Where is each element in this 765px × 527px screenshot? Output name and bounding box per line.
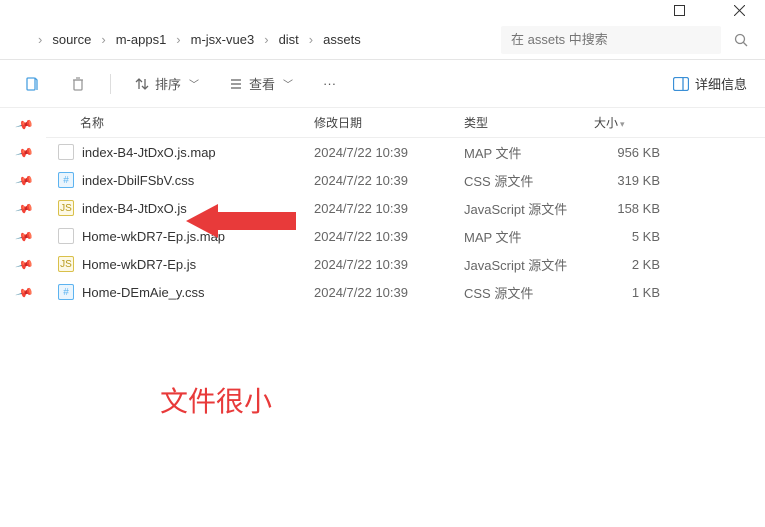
file-row[interactable]: # Home-DEmAie_y.css2024/7/22 10:39CSS 源文件… <box>46 278 765 306</box>
details-pane-button[interactable]: 详细信息 <box>673 74 747 93</box>
file-icon: JS <box>58 200 74 216</box>
header-name[interactable]: 名称 <box>46 114 314 131</box>
pin-icon[interactable]: 📌 <box>15 283 35 303</box>
breadcrumb-item[interactable]: assets <box>323 32 361 47</box>
file-date: 2024/7/22 10:39 <box>314 229 464 244</box>
address-bar-row: › source › m-apps1 › m-jsx-vue3 › dist ›… <box>0 20 765 60</box>
file-name: Home-wkDR7-Ep.js <box>82 257 314 272</box>
pin-icon[interactable]: 📌 <box>15 255 35 275</box>
file-icon: # <box>58 172 74 188</box>
file-list-pane: 名称 修改日期 类型 大小▾ index-B4-JtDxO.js.map2024… <box>46 108 765 527</box>
pin-icon[interactable]: 📌 <box>15 227 35 247</box>
pin-icon[interactable]: 📌 <box>15 199 35 219</box>
file-date: 2024/7/22 10:39 <box>314 257 464 272</box>
file-row[interactable]: JS index-B4-JtDxO.js2024/7/22 10:39JavaSc… <box>46 194 765 222</box>
maximize-button[interactable] <box>661 0 697 20</box>
file-icon <box>58 144 74 160</box>
chevron-right-icon: › <box>264 32 268 47</box>
file-size: 158 KB <box>594 201 674 216</box>
breadcrumb[interactable]: › source › m-apps1 › m-jsx-vue3 › dist ›… <box>12 32 493 47</box>
chevron-right-icon: › <box>176 32 180 47</box>
header-date[interactable]: 修改日期 <box>314 114 464 131</box>
new-button[interactable] <box>18 72 46 96</box>
pin-icon[interactable]: 📌 <box>15 143 35 163</box>
chevron-right-icon: › <box>101 32 105 47</box>
file-row[interactable]: Home-wkDR7-Ep.js.map2024/7/22 10:39MAP 文… <box>46 222 765 250</box>
quick-access-pins: 📌 📌 📌 📌 📌 📌 📌 <box>0 108 46 527</box>
sort-label: 排序 <box>155 74 181 93</box>
file-date: 2024/7/22 10:39 <box>314 173 464 188</box>
file-name: Home-wkDR7-Ep.js.map <box>82 229 314 244</box>
breadcrumb-item[interactable]: dist <box>279 32 299 47</box>
pin-icon[interactable]: 📌 <box>15 115 35 135</box>
chevron-right-icon: › <box>309 32 313 47</box>
search-icon[interactable] <box>729 33 753 47</box>
file-row[interactable]: index-B4-JtDxO.js.map2024/7/22 10:39MAP … <box>46 138 765 166</box>
file-icon: JS <box>58 256 74 272</box>
column-headers[interactable]: 名称 修改日期 类型 大小▾ <box>46 108 765 138</box>
file-icon: # <box>58 284 74 300</box>
file-date: 2024/7/22 10:39 <box>314 145 464 160</box>
separator <box>110 74 111 94</box>
file-icon <box>58 228 74 244</box>
header-type[interactable]: 类型 <box>464 114 594 131</box>
header-size[interactable]: 大小▾ <box>594 114 674 131</box>
file-type: JavaScript 源文件 <box>464 255 594 274</box>
file-type: MAP 文件 <box>464 227 594 246</box>
file-name: index-DbilFSbV.css <box>82 173 314 188</box>
file-size: 956 KB <box>594 145 674 160</box>
breadcrumb-item[interactable]: source <box>52 32 91 47</box>
breadcrumb-item[interactable]: m-jsx-vue3 <box>191 32 255 47</box>
file-type: CSS 源文件 <box>464 171 594 190</box>
file-size: 5 KB <box>594 229 674 244</box>
window-titlebar <box>0 0 765 20</box>
chevron-down-icon: ﹀ <box>283 76 293 91</box>
file-date: 2024/7/22 10:39 <box>314 285 464 300</box>
file-row[interactable]: JS Home-wkDR7-Ep.js2024/7/22 10:39JavaScr… <box>46 250 765 278</box>
file-size: 319 KB <box>594 173 674 188</box>
search-input[interactable] <box>501 26 721 54</box>
delete-button[interactable] <box>64 72 92 96</box>
close-button[interactable] <box>721 0 757 20</box>
file-row[interactable]: # index-DbilFSbV.css2024/7/22 10:39CSS 源文… <box>46 166 765 194</box>
file-type: MAP 文件 <box>464 143 594 162</box>
details-label: 详细信息 <box>695 74 747 93</box>
view-button[interactable]: 查看 ﹀ <box>223 70 299 97</box>
more-button[interactable]: ··· <box>317 72 342 95</box>
file-type: CSS 源文件 <box>464 283 594 302</box>
sort-button[interactable]: 排序 ﹀ <box>129 70 205 97</box>
sort-indicator-icon: ▾ <box>620 119 625 129</box>
file-name: index-B4-JtDxO.js <box>82 201 314 216</box>
pin-icon[interactable]: 📌 <box>15 171 35 191</box>
file-size: 2 KB <box>594 257 674 272</box>
file-date: 2024/7/22 10:39 <box>314 201 464 216</box>
file-size: 1 KB <box>594 285 674 300</box>
view-label: 查看 <box>249 74 275 93</box>
chevron-down-icon: ﹀ <box>189 76 199 91</box>
file-name: Home-DEmAie_y.css <box>82 285 314 300</box>
breadcrumb-item[interactable]: m-apps1 <box>116 32 167 47</box>
chevron-right-icon: › <box>38 32 42 47</box>
toolbar: 排序 ﹀ 查看 ﹀ ··· 详细信息 <box>0 60 765 108</box>
file-name: index-B4-JtDxO.js.map <box>82 145 314 160</box>
file-type: JavaScript 源文件 <box>464 199 594 218</box>
